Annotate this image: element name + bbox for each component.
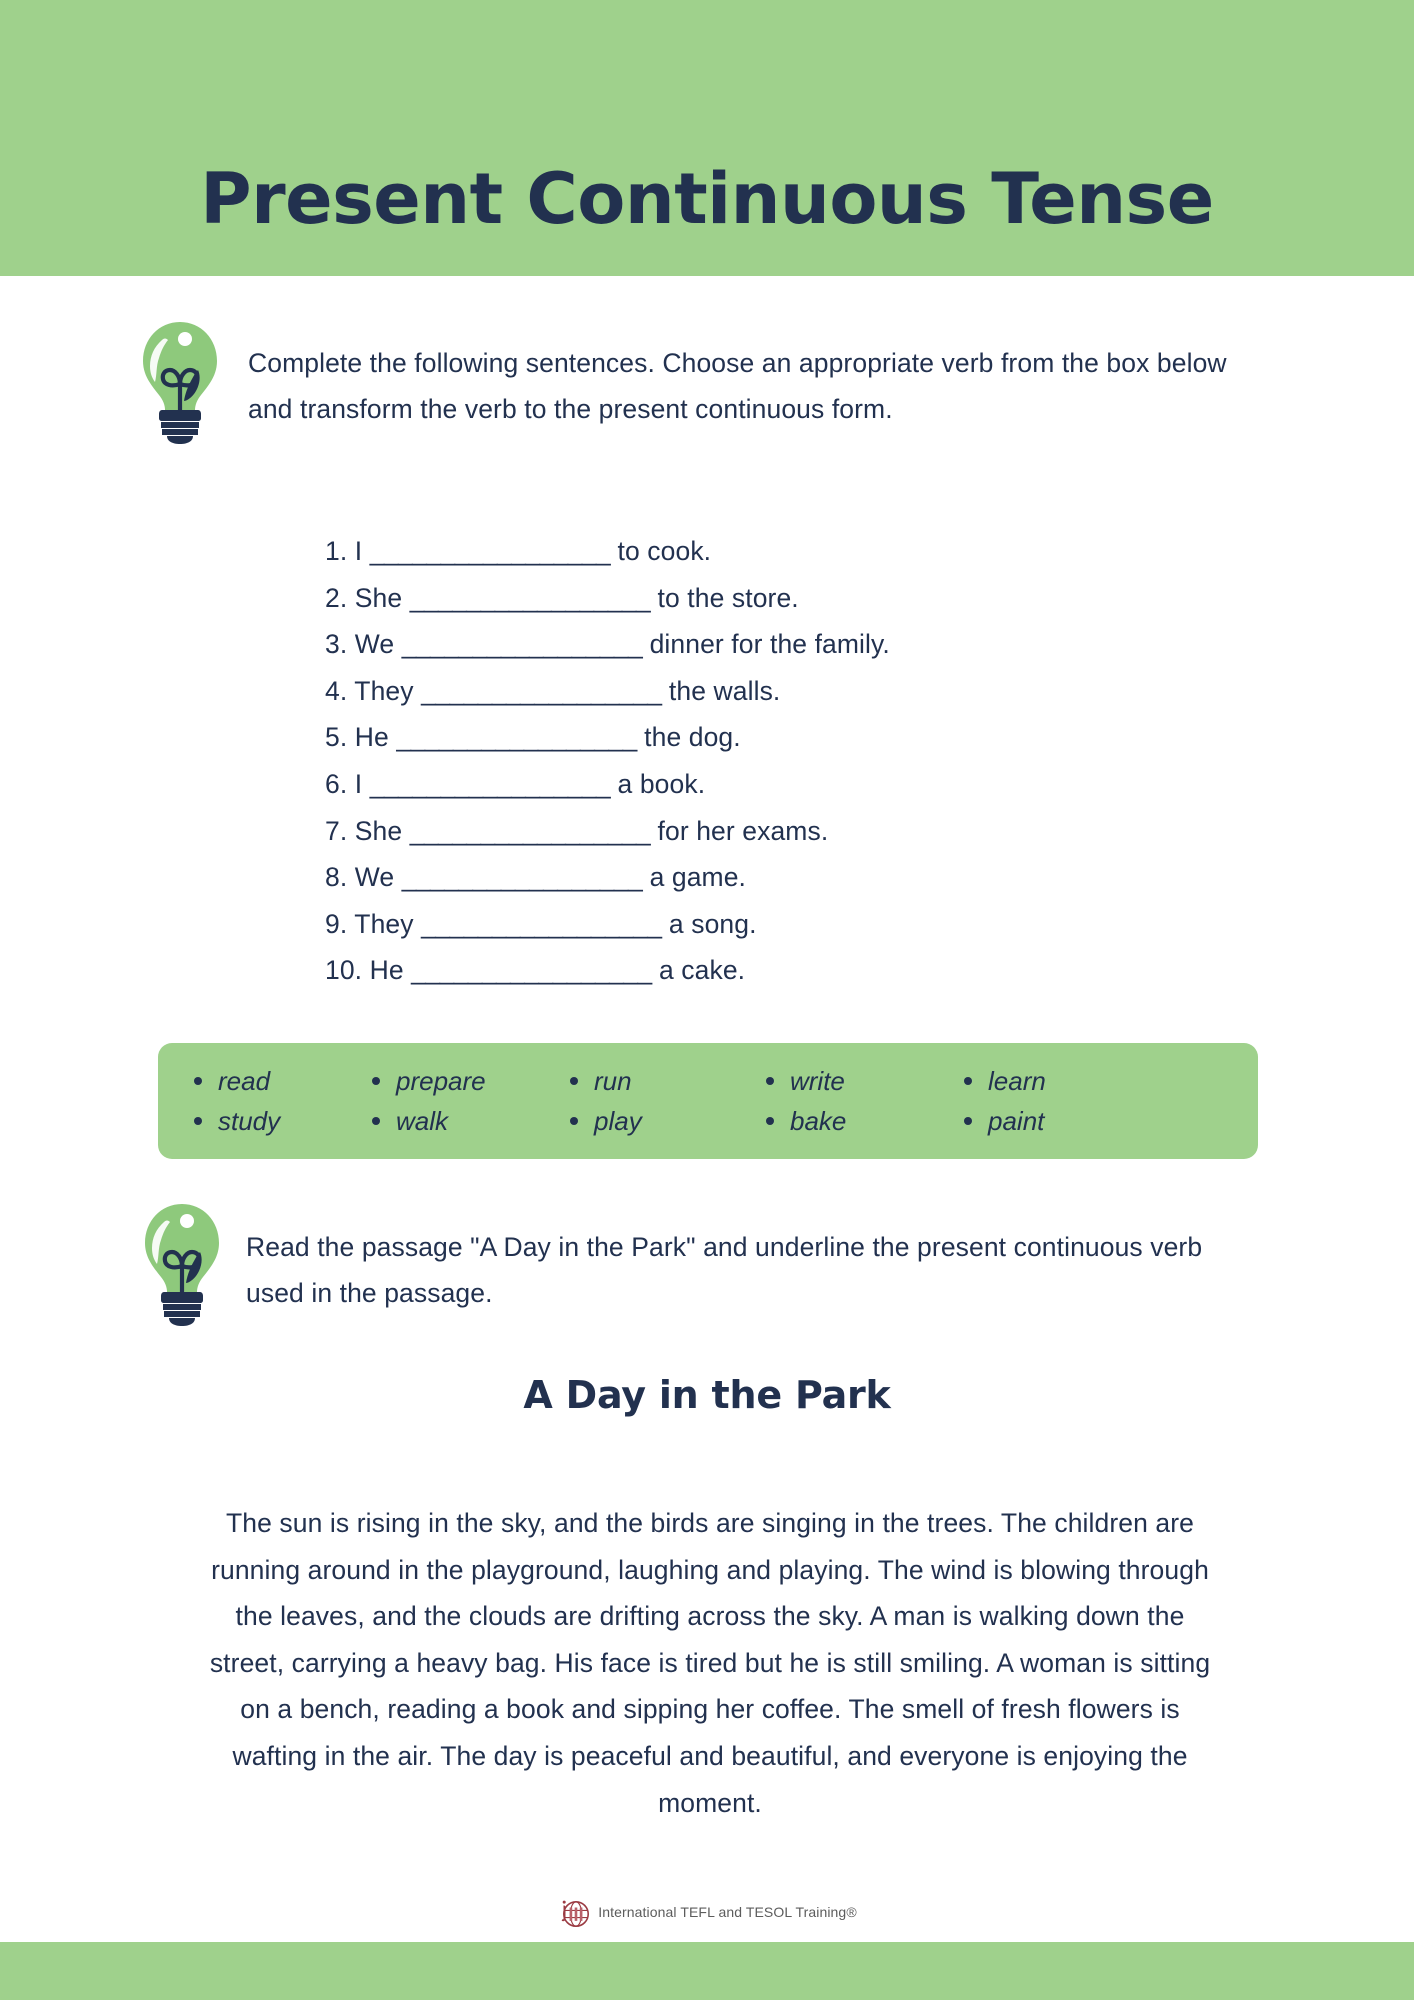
sentence-subject: He (354, 722, 389, 753)
bullet-icon (194, 1117, 202, 1125)
sentence-list: 1. I _________________ to cook. 2. She _… (325, 528, 1125, 994)
word-bank-item[interactable]: play (570, 1101, 766, 1141)
word-label: run (594, 1066, 632, 1096)
instruction-block-1: Complete the following sentences. Choose… (138, 318, 1268, 446)
footer-band (0, 1942, 1414, 2000)
sentence-blank[interactable]: _________________ (421, 909, 662, 939)
word-bank-item[interactable]: paint (964, 1101, 1154, 1141)
lightbulb-icon (145, 1204, 219, 1326)
bullet-icon (194, 1077, 202, 1085)
sentence-blank[interactable]: _________________ (410, 583, 651, 613)
bullet-icon (964, 1117, 972, 1125)
page-title: Present Continuous Tense (200, 158, 1214, 240)
word-bank-item[interactable]: study (194, 1101, 372, 1141)
bullet-icon (372, 1077, 380, 1085)
sentence-item: 9. They _________________ a song. (325, 901, 1125, 948)
header-band: Present Continuous Tense (0, 0, 1414, 276)
sentence-subject: We (354, 629, 395, 660)
sentence-item: 1. I _________________ to cook. (325, 528, 1125, 575)
footer-logo: International TEFL and TESOL Training® (0, 1896, 1414, 1928)
word-bank-box: read study prepare walk run play write b… (158, 1043, 1258, 1159)
sentence-subject: We (354, 862, 395, 893)
sentence-blank[interactable]: _________________ (410, 816, 651, 846)
lightbulb-icon (143, 322, 217, 444)
sentence-tail: dinner for the family. (649, 629, 890, 660)
word-bank-item[interactable]: prepare (372, 1061, 570, 1101)
word-label: paint (988, 1106, 1045, 1136)
sentence-number: 6. (325, 768, 348, 799)
sentence-blank[interactable]: _________________ (402, 629, 643, 659)
sentence-tail: for her exams. (657, 815, 829, 846)
word-label: study (218, 1106, 281, 1136)
word-label: write (790, 1066, 845, 1096)
word-bank-item[interactable]: read (194, 1061, 372, 1101)
instruction-1-text: Complete the following sentences. Choose… (248, 348, 1227, 424)
word-label: walk (396, 1106, 449, 1136)
bullet-icon (766, 1077, 774, 1085)
instruction-2-text: Read the passage "A Day in the Park" and… (246, 1232, 1203, 1308)
sentence-blank[interactable]: _________________ (370, 536, 611, 566)
sentence-blank[interactable]: _________________ (402, 862, 643, 892)
sentence-subject: I (354, 536, 363, 566)
sentence-blank[interactable]: _________________ (370, 769, 611, 799)
word-label: prepare (396, 1066, 486, 1096)
sentence-item: 4. They _________________ the walls. (325, 668, 1125, 715)
sentence-tail: a song. (668, 908, 757, 939)
sentence-subject: I (354, 768, 363, 799)
bullet-icon (372, 1117, 380, 1125)
sentence-item: 5. He _________________ the dog. (325, 714, 1125, 761)
word-label: learn (988, 1066, 1046, 1096)
word-bank-item[interactable]: write (766, 1061, 964, 1101)
sentence-tail: a book. (617, 768, 706, 799)
sentence-subject: They (354, 675, 414, 706)
sentence-subject: They (354, 908, 414, 939)
word-label: read (218, 1066, 271, 1096)
passage-body: The sun is rising in the sky, and the bi… (209, 1508, 1211, 1818)
sentence-item: 7. She _________________ for her exams. (325, 808, 1125, 855)
sentence-tail: a cake. (658, 955, 746, 986)
word-bank-item[interactable]: bake (766, 1101, 964, 1141)
sentence-tail: a game. (649, 862, 747, 893)
sentence-item: 6. I _________________ a book. (325, 761, 1125, 808)
sentence-subject: She (354, 582, 403, 613)
bullet-icon (964, 1077, 972, 1085)
sentence-item: 10. He _________________ a cake. (325, 947, 1125, 994)
sentence-number: 7. (325, 815, 348, 846)
sentence-number: 10. (325, 955, 363, 986)
sentence-number: 8. (325, 862, 348, 893)
word-bank-item[interactable]: walk (372, 1101, 570, 1141)
sentence-number: 9. (325, 908, 348, 939)
instruction-block-2: Read the passage "A Day in the Park" and… (140, 1200, 1270, 1328)
sentence-item: 2. She _________________ to the store. (325, 575, 1125, 622)
sentence-item: 8. We _________________ a game. (325, 854, 1125, 901)
passage-title: A Day in the Park (523, 1373, 891, 1417)
sentence-number: 3. (325, 629, 348, 660)
word-label: bake (790, 1106, 847, 1136)
sentence-number: 5. (325, 722, 348, 753)
sentence-number: 1. (325, 536, 348, 566)
sentence-blank[interactable]: _________________ (411, 955, 652, 985)
sentence-number: 4. (325, 675, 348, 706)
bullet-icon (570, 1117, 578, 1125)
word-bank-item[interactable]: run (570, 1061, 766, 1101)
bullet-icon (570, 1077, 578, 1085)
sentence-blank[interactable]: _________________ (421, 676, 662, 706)
sentence-tail: the dog. (644, 722, 741, 753)
footer-logo-text: International TEFL and TESOL Training® (598, 1904, 857, 1920)
sentence-tail: to cook. (617, 536, 712, 566)
sentence-blank[interactable]: _________________ (396, 722, 637, 752)
sentence-tail: the walls. (668, 675, 781, 706)
sentence-tail: to the store. (657, 582, 799, 613)
sentence-item: 3. We _________________ dinner for the f… (325, 621, 1125, 668)
word-bank-item[interactable]: learn (964, 1061, 1154, 1101)
word-label: play (594, 1106, 642, 1136)
sentence-number: 2. (325, 582, 348, 613)
sentence-subject: She (354, 815, 403, 846)
bullet-icon (766, 1117, 774, 1125)
sentence-subject: He (369, 955, 404, 986)
ittt-globe-icon (561, 1900, 590, 1927)
